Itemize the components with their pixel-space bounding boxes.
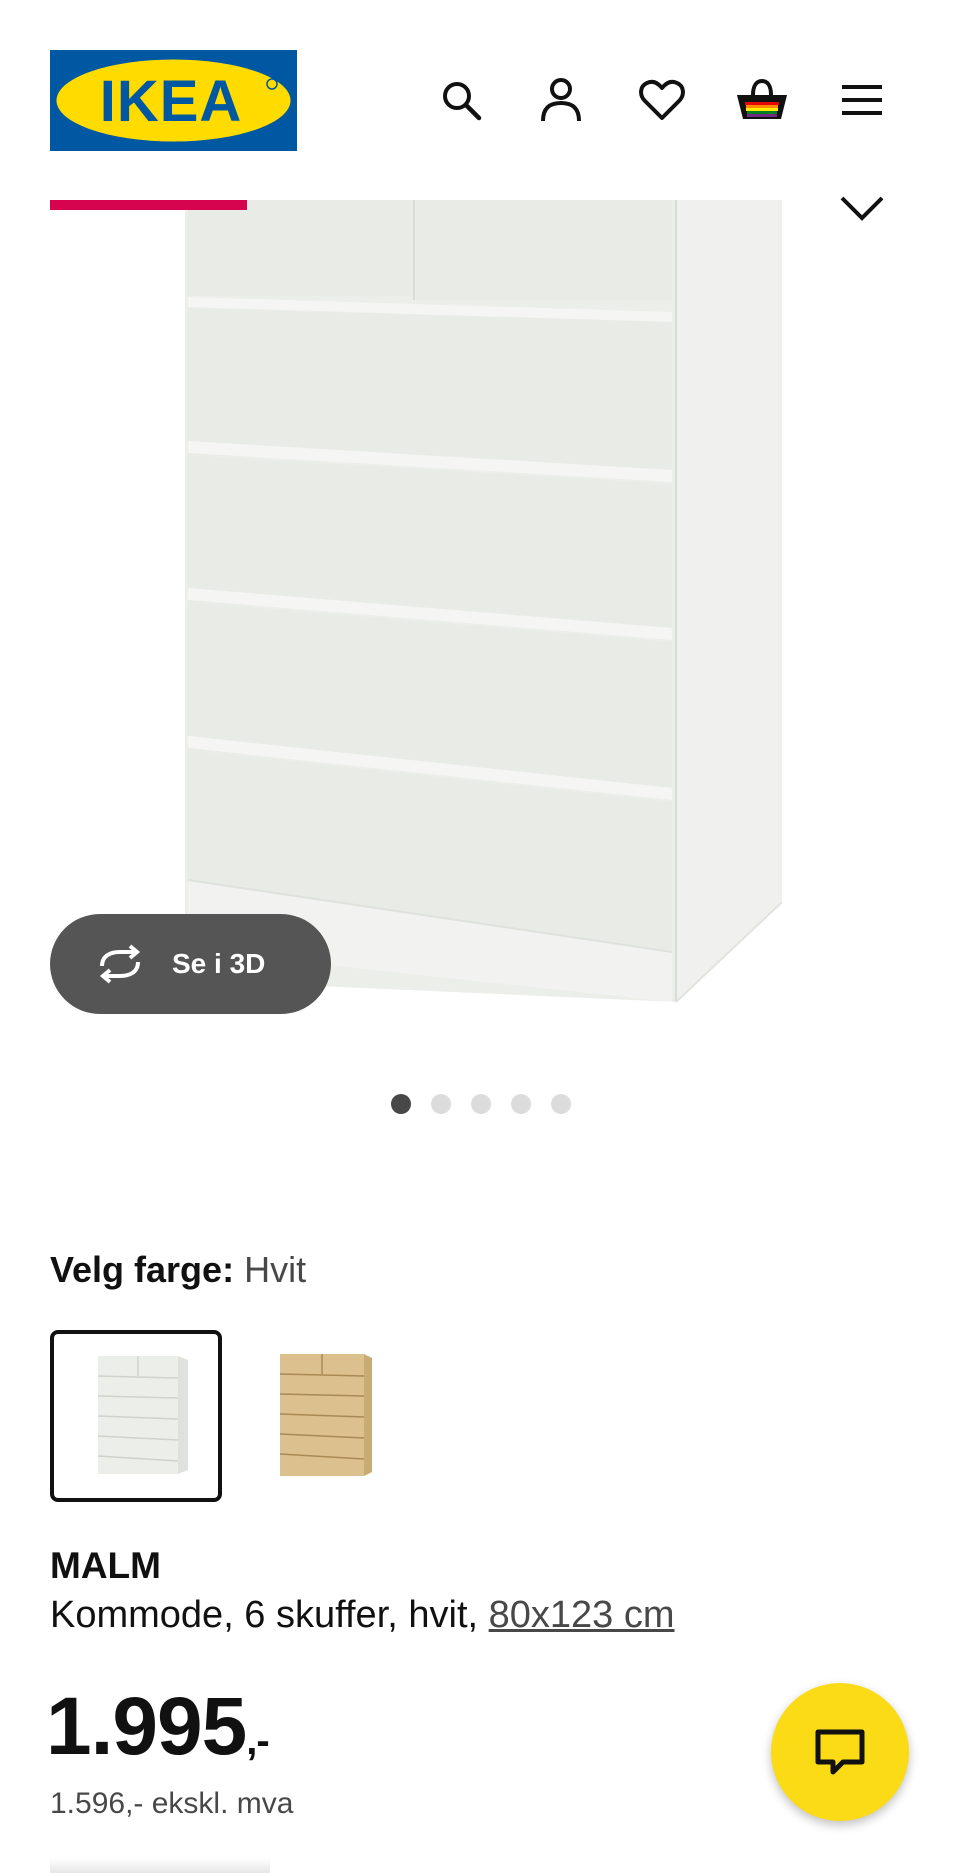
oak-dresser-thumbnail (279, 1354, 372, 1476)
active-section-indicator (50, 200, 247, 210)
price-value: 1.995 (46, 1681, 247, 1772)
product-description-text: Kommode, 6 skuffer, hvit, (50, 1594, 479, 1636)
next-section-peek (50, 1858, 270, 1873)
price-excluding-vat: 1.596,- ekskl. mva (50, 1787, 294, 1820)
carousel-dot[interactable] (551, 1094, 571, 1114)
chat-icon (815, 1729, 865, 1775)
search-button[interactable] (433, 72, 489, 128)
color-selection-label: Velg farge: Hvit (50, 1249, 306, 1291)
selected-color-value: Hvit (244, 1249, 307, 1290)
search-icon (443, 82, 482, 121)
rotate-3d-icon (94, 944, 146, 984)
logo-text: IKEA (100, 69, 243, 134)
price-suffix: ,- (246, 1719, 269, 1763)
carousel-dot[interactable] (471, 1094, 491, 1114)
favourites-button[interactable] (634, 72, 690, 128)
ikea-logo[interactable]: IKEA (50, 50, 297, 151)
white-dresser-thumbnail (97, 1356, 188, 1474)
color-swatch-white[interactable] (50, 1330, 222, 1502)
color-label-prefix: Velg farge: (50, 1249, 235, 1290)
carousel-dots (0, 1094, 960, 1116)
cart-button[interactable] (734, 72, 790, 128)
top-header: IKEA (0, 0, 960, 200)
menu-button[interactable] (834, 72, 890, 128)
product-price: 1.995,- (46, 1680, 270, 1774)
chevron-down-icon[interactable] (836, 190, 888, 230)
see-in-3d-button[interactable]: Se i 3D (50, 914, 331, 1014)
account-button[interactable] (533, 72, 589, 128)
basket-icon (737, 78, 787, 119)
carousel-dot[interactable] (431, 1094, 451, 1114)
menu-icon (842, 85, 882, 115)
product-name: MALM (50, 1545, 161, 1586)
chat-button[interactable] (771, 1683, 909, 1821)
carousel-dot[interactable] (511, 1094, 531, 1114)
dimensions-link[interactable]: 80x123 cm (489, 1594, 675, 1636)
color-swatch-oak[interactable] (236, 1330, 408, 1502)
product-description: Kommode, 6 skuffer, hvit, 80x123 cm (50, 1594, 675, 1637)
heart-icon (639, 79, 685, 120)
account-icon (541, 78, 581, 122)
carousel-dot[interactable] (391, 1094, 411, 1114)
see-in-3d-label: Se i 3D (172, 948, 266, 979)
